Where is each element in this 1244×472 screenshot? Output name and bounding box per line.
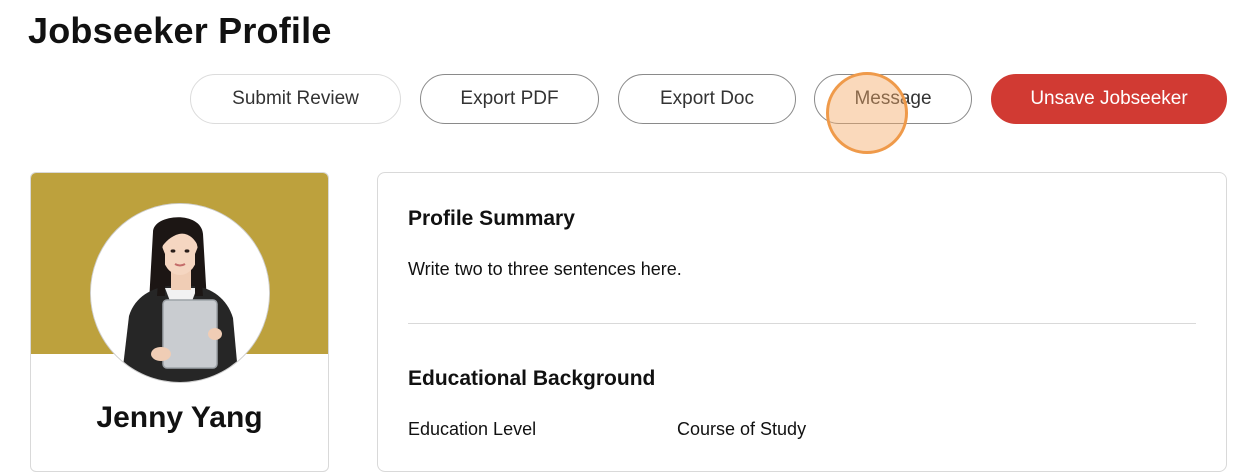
profile-summary-text: Write two to three sentences here. bbox=[408, 259, 682, 279]
page-title: Jobseeker Profile bbox=[28, 10, 332, 51]
unsave-jobseeker-button[interactable]: Unsave Jobseeker bbox=[991, 74, 1227, 124]
section-divider bbox=[408, 323, 1196, 324]
avatar-photo-icon bbox=[91, 204, 269, 382]
profile-summary-heading: Profile Summary bbox=[408, 207, 575, 230]
profile-details-panel: Profile Summary Write two to three sente… bbox=[377, 172, 1227, 472]
jobseeker-name: Jenny Yang bbox=[96, 401, 263, 434]
avatar bbox=[90, 203, 270, 383]
export-pdf-button[interactable]: Export PDF bbox=[420, 74, 599, 124]
submit-review-button[interactable]: Submit Review bbox=[190, 74, 401, 124]
profile-card: Jenny Yang bbox=[30, 172, 329, 472]
education-level-label: Education Level bbox=[408, 419, 537, 439]
course-of-study-label: Course of Study bbox=[677, 419, 807, 439]
export-doc-button[interactable]: Export Doc bbox=[618, 74, 796, 124]
educational-background-heading: Educational Background bbox=[408, 367, 656, 390]
message-button[interactable]: Message bbox=[814, 74, 972, 124]
